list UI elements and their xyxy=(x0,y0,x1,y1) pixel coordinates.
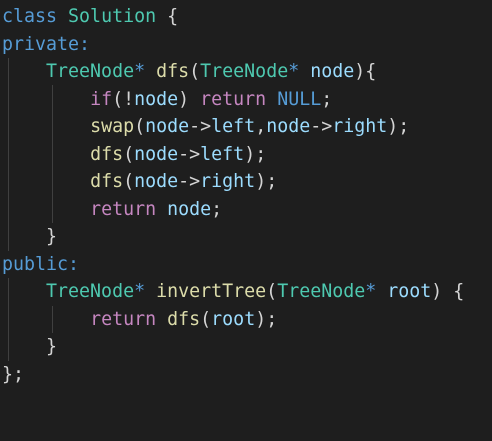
code-line[interactable]: dfs(node->right); xyxy=(2,168,277,196)
code-token: ( xyxy=(200,309,212,330)
code-token: node xyxy=(134,144,179,165)
code-token: right xyxy=(200,171,256,192)
code-token: * xyxy=(134,281,157,302)
code-editor[interactable]: class Solution {private: TreeNode* dfs(T… xyxy=(0,0,492,441)
code-token: node xyxy=(310,61,355,82)
code-token: left xyxy=(200,144,245,165)
code-token: -> xyxy=(189,116,212,137)
code-token: * xyxy=(365,281,388,302)
code-token: , xyxy=(255,116,267,137)
code-token: ( xyxy=(123,171,135,192)
code-token: node xyxy=(167,199,212,220)
code-token: root xyxy=(211,309,256,330)
code-token: invertTree xyxy=(156,281,267,302)
code-token: ) xyxy=(178,89,201,110)
code-token: } xyxy=(2,226,58,247)
code-token: dfs xyxy=(167,309,201,330)
code-line[interactable]: public: xyxy=(2,251,79,279)
code-line[interactable]: class Solution { xyxy=(2,3,178,31)
code-line[interactable]: } xyxy=(2,333,57,361)
code-token: -> xyxy=(178,171,201,192)
code-token: return xyxy=(90,309,157,330)
code-token: return xyxy=(200,89,267,110)
code-line[interactable]: return dfs(root); xyxy=(2,306,277,334)
code-token: -> xyxy=(178,144,201,165)
code-token: ; xyxy=(321,89,333,110)
code-token: } xyxy=(2,336,58,357)
code-token: node xyxy=(134,89,179,110)
code-line[interactable]: swap(node->left,node->right); xyxy=(2,113,409,141)
code-token: * xyxy=(288,61,311,82)
code-token: private: xyxy=(2,34,91,55)
code-token: ); xyxy=(255,309,278,330)
code-token: { xyxy=(156,6,179,27)
code-token: left xyxy=(211,116,256,137)
code-token: TreeNode xyxy=(200,61,289,82)
code-line[interactable]: dfs(node->left); xyxy=(2,141,266,169)
code-token: * xyxy=(134,61,157,82)
code-token: Solution xyxy=(68,6,157,27)
code-token: dfs xyxy=(156,61,190,82)
code-token: }; xyxy=(2,364,25,385)
code-token: ){ xyxy=(354,61,377,82)
code-token: ; xyxy=(211,199,223,220)
code-token: TreeNode xyxy=(46,281,135,302)
code-token: ( xyxy=(123,144,135,165)
code-token: ); xyxy=(387,116,410,137)
code-line[interactable]: } xyxy=(2,223,57,251)
code-token: node xyxy=(145,116,190,137)
code-line[interactable]: TreeNode* invertTree(TreeNode* root) { xyxy=(2,278,464,306)
code-line[interactable]: private: xyxy=(2,31,90,59)
code-token: ( xyxy=(134,116,146,137)
code-token: dfs xyxy=(90,171,124,192)
code-token: node xyxy=(134,171,179,192)
code-token: TreeNode xyxy=(46,61,135,82)
code-token: ) { xyxy=(431,281,465,302)
code-token: -> xyxy=(310,116,333,137)
code-token: right xyxy=(332,116,388,137)
code-token: class xyxy=(2,6,58,27)
code-token: ); xyxy=(244,144,267,165)
code-token: node xyxy=(266,116,311,137)
code-token: ( xyxy=(189,61,201,82)
code-line[interactable]: }; xyxy=(2,361,24,389)
code-token: dfs xyxy=(90,144,124,165)
code-token: TreeNode xyxy=(277,281,366,302)
code-token: public: xyxy=(2,254,80,275)
code-token: ); xyxy=(255,171,278,192)
code-line[interactable]: return node; xyxy=(2,196,222,224)
code-line[interactable]: if(!node) return NULL; xyxy=(2,86,332,114)
code-token: return xyxy=(90,199,157,220)
code-token: NULL xyxy=(277,89,322,110)
code-token: swap xyxy=(90,116,135,137)
code-line[interactable]: TreeNode* dfs(TreeNode* node){ xyxy=(2,58,376,86)
code-token: root xyxy=(387,281,432,302)
code-token: if xyxy=(90,89,113,110)
code-token: (! xyxy=(112,89,135,110)
code-token: ( xyxy=(266,281,278,302)
